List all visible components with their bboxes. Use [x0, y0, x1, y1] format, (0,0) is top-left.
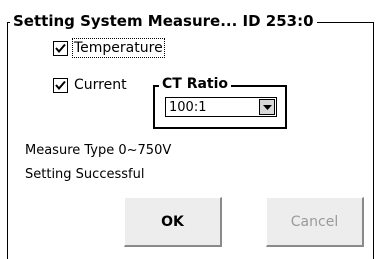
ct-ratio-select[interactable]: 100:1	[165, 97, 277, 117]
dropdown-button[interactable]	[259, 99, 275, 115]
temperature-label: Temperature	[72, 38, 165, 58]
cancel-button[interactable]: Cancel	[266, 197, 364, 247]
checkmark-icon	[55, 43, 66, 53]
temperature-option[interactable]: Temperature	[53, 38, 165, 58]
chevron-down-icon	[263, 105, 272, 110]
current-option[interactable]: Current	[53, 77, 127, 93]
status-message: Setting Successful	[25, 167, 145, 182]
ct-ratio-value: 100:1	[169, 100, 207, 115]
dialog-title: Setting System Measure... ID 253:0	[10, 10, 317, 32]
temperature-checkbox[interactable]	[53, 40, 68, 56]
dialog-frame-left	[7, 22, 8, 259]
measure-type-text: Measure Type 0~750V	[25, 143, 172, 158]
current-checkbox[interactable]	[53, 77, 68, 93]
checkmark-icon	[55, 80, 66, 90]
dialog-frame-right	[373, 22, 374, 259]
ct-ratio-title: CT Ratio	[159, 74, 232, 94]
ok-button[interactable]: OK	[124, 197, 222, 247]
current-label: Current	[74, 77, 127, 93]
